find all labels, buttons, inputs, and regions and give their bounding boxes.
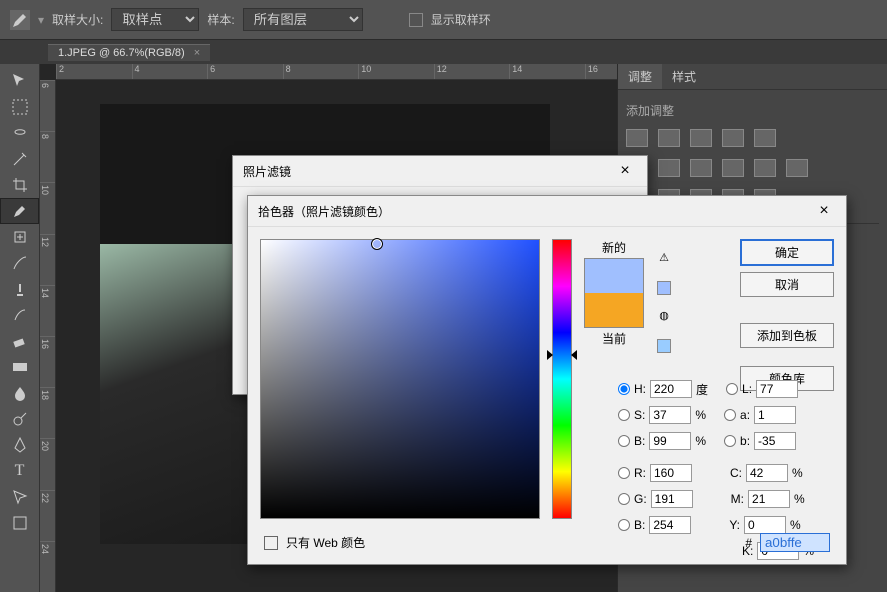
a-radio[interactable] — [724, 409, 736, 421]
g-input[interactable] — [651, 490, 693, 508]
show-ring-label: 显示取样环 — [431, 11, 491, 28]
h-radio[interactable] — [618, 383, 630, 395]
photo-filter-icon[interactable] — [722, 159, 744, 177]
bw-icon[interactable] — [690, 159, 712, 177]
websafe-swatch[interactable] — [657, 339, 671, 353]
close-icon[interactable]: × — [613, 162, 637, 180]
marquee-tool[interactable] — [0, 94, 39, 120]
crop-tool[interactable] — [0, 172, 39, 198]
toolbox: T — [0, 64, 40, 592]
web-only-checkbox[interactable] — [264, 536, 278, 550]
gamut-warning-icon[interactable]: ⚠ — [656, 251, 672, 265]
current-color-label: 当前 — [602, 330, 626, 347]
hex-input[interactable] — [760, 533, 830, 552]
gamut-swatch[interactable] — [657, 281, 671, 295]
exposure-icon[interactable] — [722, 129, 744, 147]
sample-label: 样本: — [207, 11, 234, 28]
s-radio[interactable] — [618, 409, 630, 421]
brightness-icon[interactable] — [626, 129, 648, 147]
color-picker-title: 拾色器（照片滤镜颜色） — [258, 203, 390, 220]
type-tool[interactable]: T — [0, 458, 39, 484]
curves-icon[interactable] — [690, 129, 712, 147]
add-adjustment-label: 添加调整 — [626, 98, 879, 123]
sample-select[interactable]: 所有图层 — [243, 8, 363, 31]
y-input[interactable] — [744, 516, 786, 534]
stamp-tool[interactable] — [0, 276, 39, 302]
cancel-button[interactable]: 取消 — [740, 272, 834, 297]
bv-radio[interactable] — [618, 435, 630, 447]
wand-tool[interactable] — [0, 146, 39, 172]
pen-tool[interactable] — [0, 432, 39, 458]
bv-input[interactable] — [649, 432, 691, 450]
new-color-label: 新的 — [602, 239, 626, 256]
l-radio[interactable] — [726, 383, 738, 395]
picker-ring-icon — [371, 238, 383, 250]
a-input[interactable] — [754, 406, 796, 424]
history-brush-tool[interactable] — [0, 302, 39, 328]
triangle-icon[interactable]: ▾ — [38, 13, 44, 27]
lookup-icon[interactable] — [786, 159, 808, 177]
eyedropper-tool[interactable] — [0, 198, 39, 224]
healing-tool[interactable] — [0, 224, 39, 250]
hex-label: # — [745, 536, 752, 550]
shape-tool[interactable] — [0, 510, 39, 536]
balance-icon[interactable] — [658, 159, 680, 177]
ok-button[interactable]: 确定 — [740, 239, 834, 266]
ruler-vertical: 681012141618202224 — [40, 80, 56, 592]
move-tool[interactable] — [0, 68, 39, 94]
web-only-label: 只有 Web 颜色 — [286, 534, 365, 551]
document-tab[interactable]: 1.JPEG @ 66.7%(RGB/8) × — [48, 44, 210, 61]
panel-tabs: 调整 样式 — [618, 64, 887, 90]
bc-radio[interactable] — [618, 519, 630, 531]
brush-tool[interactable] — [0, 250, 39, 276]
dodge-tool[interactable] — [0, 406, 39, 432]
tab-styles[interactable]: 样式 — [662, 64, 706, 89]
cube-icon[interactable]: ◍ — [656, 309, 672, 323]
add-swatch-button[interactable]: 添加到色板 — [740, 323, 834, 348]
bc-input[interactable] — [649, 516, 691, 534]
g-radio[interactable] — [618, 493, 630, 505]
vibrance-icon[interactable] — [754, 129, 776, 147]
mixer-icon[interactable] — [754, 159, 776, 177]
h-input[interactable] — [650, 380, 692, 398]
color-picker-dialog: 拾色器（照片滤镜颜色） × 新的 当前 ⚠ ◍ 确定 取消 添加到色板 — [247, 195, 847, 565]
tab-adjustments[interactable]: 调整 — [618, 64, 662, 89]
lasso-tool[interactable] — [0, 120, 39, 146]
current-color-swatch[interactable] — [585, 293, 643, 327]
color-field[interactable] — [260, 239, 540, 519]
hue-slider[interactable] — [552, 239, 572, 519]
sample-size-label: 取样大小: — [52, 11, 103, 28]
adjustment-icons-row — [626, 123, 879, 153]
eyedropper-icon — [10, 10, 30, 30]
path-tool[interactable] — [0, 484, 39, 510]
eraser-tool[interactable] — [0, 328, 39, 354]
photo-filter-title: 照片滤镜 — [243, 163, 291, 180]
l-input[interactable] — [756, 380, 798, 398]
b-radio[interactable] — [724, 435, 736, 447]
s-input[interactable] — [649, 406, 691, 424]
document-tabs: 1.JPEG @ 66.7%(RGB/8) × — [0, 40, 887, 64]
document-tab-label: 1.JPEG @ 66.7%(RGB/8) — [58, 47, 185, 59]
hue-arrows-icon — [547, 350, 577, 360]
close-icon[interactable]: × — [812, 202, 836, 220]
options-bar: ▾ 取样大小: 取样点 样本: 所有图层 显示取样环 — [0, 0, 887, 40]
color-swatches — [584, 258, 644, 328]
sample-size-select[interactable]: 取样点 — [111, 8, 199, 31]
close-icon[interactable]: × — [194, 47, 200, 59]
m-input[interactable] — [748, 490, 790, 508]
show-ring-checkbox[interactable] — [409, 13, 423, 27]
r-radio[interactable] — [618, 467, 630, 479]
levels-icon[interactable] — [658, 129, 680, 147]
blur-tool[interactable] — [0, 380, 39, 406]
b-input[interactable] — [754, 432, 796, 450]
r-input[interactable] — [650, 464, 692, 482]
gradient-tool[interactable] — [0, 354, 39, 380]
c-input[interactable] — [746, 464, 788, 482]
new-color-swatch[interactable] — [585, 259, 643, 293]
